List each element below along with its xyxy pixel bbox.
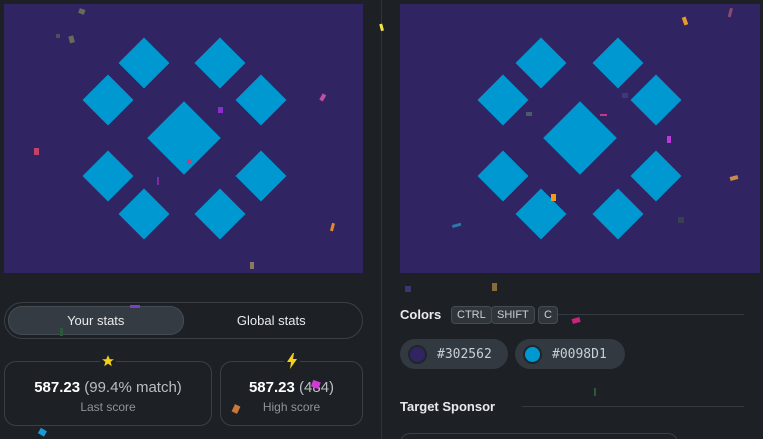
high-score-rank: (484) (299, 379, 335, 396)
diamond (235, 74, 287, 126)
diamond (630, 150, 682, 202)
diamond (194, 37, 246, 89)
diamond (630, 74, 682, 126)
user-shapes (82, 37, 287, 240)
color-swatch (523, 344, 542, 364)
high-score-value: 587.23 (248, 379, 295, 396)
target-shapes (477, 37, 682, 240)
right-panel: Colors CTRL SHIFT C #302562 #0098D1 Targ… (382, 0, 763, 439)
last-score-value: 587.23 (34, 379, 81, 396)
color-hex: #0098D1 (552, 346, 607, 362)
kbd-ctrl: CTRL (451, 306, 492, 324)
color-swatch (408, 344, 427, 364)
kbd-shift: SHIFT (491, 306, 535, 324)
diamond (235, 150, 287, 202)
diamond (477, 150, 529, 202)
last-score-card: 587.23 (99.4% match) Last score (4, 353, 212, 426)
diamond (82, 74, 134, 126)
diamond (515, 188, 567, 240)
diamond-center (543, 101, 617, 175)
tab-your-stats[interactable]: Your stats (8, 306, 184, 335)
diamond-center (147, 101, 221, 175)
sponsor-divider (522, 406, 744, 407)
diamond (118, 37, 170, 89)
colors-divider (558, 314, 744, 315)
last-score-match: (99.4% match) (84, 379, 182, 396)
color-chip-background[interactable]: #302562 (400, 339, 508, 369)
diamond (82, 150, 134, 202)
left-panel: Your stats Global stats 587.23 (99.4% ma… (0, 0, 381, 439)
diamond (592, 37, 644, 89)
diamond (118, 188, 170, 240)
kbd-c: C (538, 306, 558, 324)
star-icon (100, 353, 116, 369)
lightning-icon (283, 353, 300, 369)
high-score-label: High score (262, 400, 321, 414)
stats-toggle: Your stats Global stats (4, 302, 363, 339)
sponsor-title: Target Sponsor (400, 399, 496, 414)
high-score-card: 587.23 (484) High score (220, 353, 363, 426)
target-canvas (400, 4, 760, 273)
user-canvas (4, 4, 363, 273)
diamond (515, 37, 567, 89)
last-score-label: Last score (80, 400, 136, 414)
sponsor-card[interactable] (400, 433, 678, 439)
diamond (477, 74, 529, 126)
colors-title: Colors (400, 307, 442, 322)
diamond (592, 188, 644, 240)
diamond (194, 188, 246, 240)
color-chip-shape[interactable]: #0098D1 (515, 339, 625, 369)
color-hex: #302562 (437, 346, 492, 362)
tab-global-stats[interactable]: Global stats (184, 306, 360, 335)
